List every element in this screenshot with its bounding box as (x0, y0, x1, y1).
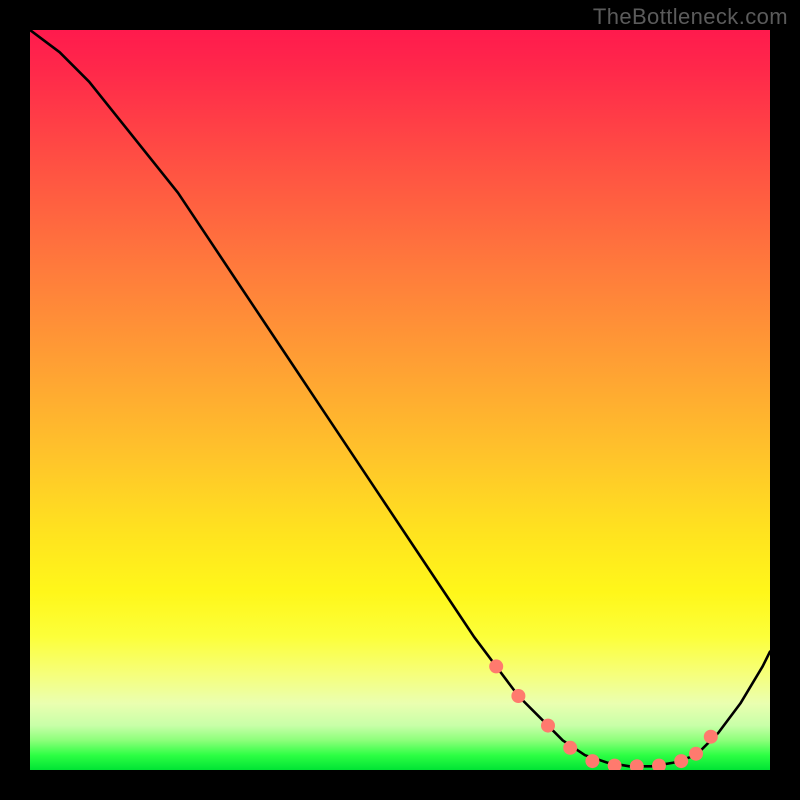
bottleneck-curve (30, 30, 770, 766)
highlight-dot (608, 759, 622, 770)
highlight-dot (652, 759, 666, 770)
highlight-dot (585, 754, 599, 768)
highlight-dot (541, 719, 555, 733)
plot-area (30, 30, 770, 770)
highlight-dot (511, 689, 525, 703)
highlight-dot (563, 741, 577, 755)
highlight-dot (674, 754, 688, 768)
chart-overlay (30, 30, 770, 770)
chart-stage: TheBottleneck.com (0, 0, 800, 800)
highlight-dot (689, 747, 703, 761)
highlight-dot (704, 730, 718, 744)
highlight-dots (489, 659, 718, 770)
watermark-label: TheBottleneck.com (593, 4, 788, 30)
highlight-dot (630, 759, 644, 770)
highlight-dot (489, 659, 503, 673)
